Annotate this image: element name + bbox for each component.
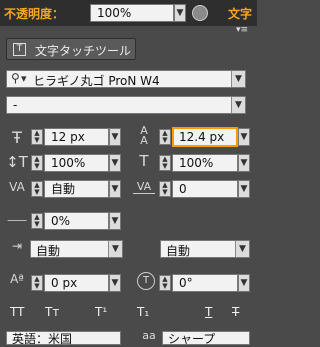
rotation-icon: T [137,272,155,290]
aki-before-icon: ⇥ [11,239,23,253]
character-panel-link[interactable]: 文字 [228,5,252,22]
opacity-input[interactable]: 100% [90,4,174,22]
horizontal-scale-dropdown[interactable]: ▼ [238,154,250,172]
chevron-down-icon: ▼ [235,241,249,257]
underline-button[interactable]: T [205,305,212,319]
kerning-icon: VA [9,180,25,194]
rotation-stepper[interactable]: ▲ ▼ [159,275,171,291]
recolor-icon[interactable] [192,5,208,21]
touch-type-label: 文字タッチツール [35,44,132,58]
chevron-down-icon: ▼ [108,241,122,257]
aki-before-value: 自動 [36,244,61,258]
font-size-icon: Ŧ [12,128,22,147]
baseline-shift-icon: Aª [10,272,24,286]
opacity-dropdown-button[interactable]: ▼ [174,4,186,22]
font-family-dropdown[interactable]: ⚲ ▾ ヒラギノ丸ゴ ProN W4 ▼ [6,70,246,88]
chevron-down-icon: ▼ [231,71,245,87]
vertical-scale-icon: ↕T [6,153,28,171]
leading-icon: AA [140,124,148,147]
chevron-down-icon: ▼ [231,97,245,113]
touch-type-icon: T [13,43,26,56]
language-value: 英語：米国 [12,332,73,346]
tsume-icon: ⸺ [6,213,28,227]
anti-alias-icon: aa [142,329,156,342]
search-chevron-icon: ▾ [21,72,27,85]
horizontal-scale-stepper[interactable]: ▲ ▼ [159,155,171,171]
subscript-button[interactable]: T₁ [137,305,149,319]
tsume-stepper[interactable]: ▲ ▼ [31,213,43,229]
font-size-input[interactable]: 12 px [44,128,109,146]
anti-alias-dropdown[interactable]: シャープ [162,331,250,346]
tracking-stepper[interactable]: ▲ ▼ [159,181,171,197]
superscript-button[interactable]: T¹ [95,305,107,319]
aki-before-dropdown[interactable]: 自動 ▼ [30,240,123,258]
baseline-shift-stepper[interactable]: ▲ ▼ [31,275,43,291]
tracking-icon: VA [133,180,155,194]
rotation-dropdown[interactable]: ▼ [238,274,250,292]
panel-menu-icon[interactable]: ▾≡ [236,25,248,35]
anti-alias-value: シャープ [168,332,216,346]
search-icon: ⚲ [11,71,20,85]
tsume-dropdown[interactable]: ▼ [109,212,121,230]
leading-stepper[interactable]: ▲ ▼ [159,129,171,145]
kerning-input[interactable]: 自動 [44,180,109,198]
tracking-dropdown[interactable]: ▼ [238,180,250,198]
leading-input[interactable]: 12.4 px [172,127,238,147]
font-size-dropdown[interactable]: ▼ [109,128,121,146]
font-size-stepper[interactable]: ▲ ▼ [31,129,43,145]
font-family-value: ヒラギノ丸ゴ ProN W4 [33,74,160,88]
font-style-dropdown[interactable]: - ▼ [6,96,246,114]
baseline-shift-input[interactable]: 0 px [44,274,109,292]
strikethrough-button[interactable]: T [232,305,239,319]
kerning-dropdown[interactable]: ▼ [109,180,121,198]
tracking-input[interactable]: 0 [172,180,238,198]
baseline-shift-dropdown[interactable]: ▼ [109,274,121,292]
kerning-stepper[interactable]: ▲ ▼ [31,181,43,197]
vertical-scale-stepper[interactable]: ▲ ▼ [31,155,43,171]
all-caps-button[interactable]: TT [10,305,24,319]
aki-after-dropdown[interactable]: 自動 ▼ [160,240,250,258]
small-caps-button[interactable]: Tт [45,305,59,319]
vertical-scale-input[interactable]: 100% [44,154,109,172]
touch-type-tool-button[interactable]: T 文字タッチツール [6,38,136,60]
horizontal-scale-input[interactable]: 100% [172,154,238,172]
opacity-label[interactable]: 不透明度： [4,5,64,22]
language-dropdown[interactable]: 英語：米国 [6,331,121,346]
leading-dropdown[interactable]: ▼ [238,128,250,146]
vertical-scale-dropdown[interactable]: ▼ [109,154,121,172]
rotation-input[interactable]: 0° [172,274,238,292]
aki-after-value: 自動 [166,244,191,258]
tsume-input[interactable]: 0% [44,212,109,230]
font-style-value: - [13,98,18,112]
horizontal-scale-icon: T [139,152,149,170]
